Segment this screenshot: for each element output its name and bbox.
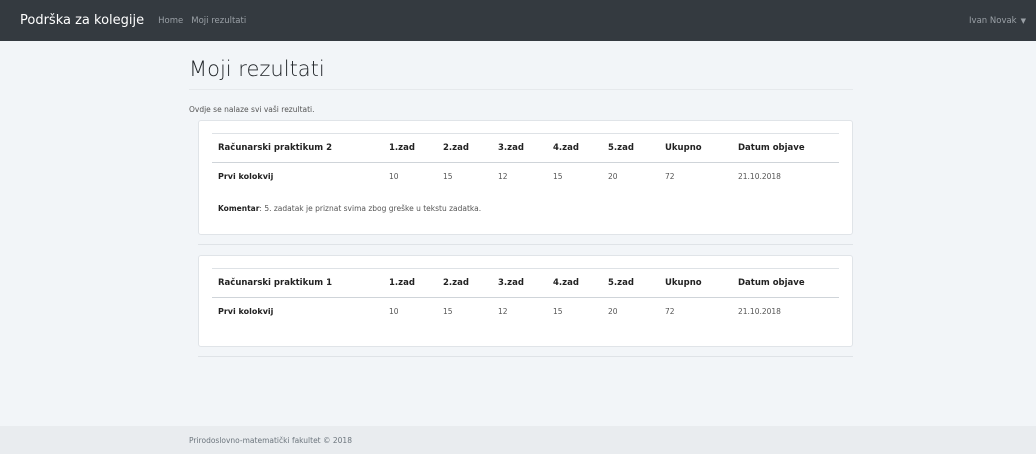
result-card-1: Računarski praktikum 2 1.zad 2.zad 3.zad… (198, 120, 853, 235)
column-task-3: 3.zad (492, 133, 547, 163)
score-task-1: 10 (389, 307, 399, 317)
column-task-3: 3.zad (492, 268, 547, 298)
column-task-4: 4.zad (547, 268, 602, 298)
column-total: Ukupno (659, 133, 732, 163)
score-total: 72 (665, 307, 675, 317)
comment-text: : 5. zadatak je priznat svima zbog grešk… (259, 203, 482, 213)
user-name: Ivan Novak (969, 15, 1017, 26)
footer-text: Prirodoslovno-matematički fakultet © 201… (189, 435, 352, 445)
column-task-5: 5.zad (602, 133, 659, 163)
title-divider (189, 89, 853, 90)
score-total: 72 (665, 172, 675, 182)
score-task-4: 15 (553, 307, 563, 317)
card-divider (198, 244, 853, 245)
page-title: Moji rezultati (189, 57, 325, 81)
column-task-4: 4.zad (547, 133, 602, 163)
column-task-5: 5.zad (602, 268, 659, 298)
publish-date: 21.10.2018 (738, 307, 781, 317)
column-total: Ukupno (659, 268, 732, 298)
result-table-1: Računarski praktikum 2 1.zad 2.zad 3.zad… (212, 133, 839, 191)
top-navbar: Podrška za kolegije Home Moji rezultati … (0, 0, 1036, 41)
exam-name: Prvi kolokvij (218, 307, 274, 317)
table-row: Prvi kolokvij 10 15 12 15 20 72 21.10.20… (212, 298, 839, 326)
nav-link-moji-rezultati[interactable]: Moji rezultati (191, 16, 246, 26)
score-task-4: 15 (553, 172, 563, 182)
score-task-1: 10 (389, 172, 399, 182)
comment-label: Komentar (218, 203, 260, 213)
column-date: Datum objave (732, 133, 839, 163)
score-task-2: 15 (443, 307, 453, 317)
column-course: Računarski praktikum 2 (212, 133, 383, 163)
column-course: Računarski praktikum 1 (212, 268, 383, 298)
table-row: Prvi kolokvij 10 15 12 15 20 72 21.10.20… (212, 163, 839, 191)
result-card-2: Računarski praktikum 1 1.zad 2.zad 3.zad… (198, 255, 853, 347)
page-footer: Prirodoslovno-matematički fakultet © 201… (0, 426, 1036, 454)
result-table-2: Računarski praktikum 1 1.zad 2.zad 3.zad… (212, 268, 839, 326)
navbar-brand[interactable]: Podrška za kolegije (20, 13, 144, 28)
intro-text: Ovdje se nalaze svi vaši rezultati. (189, 105, 315, 114)
user-menu-dropdown[interactable]: Ivan Novak ▼ (969, 16, 1026, 26)
column-task-2: 2.zad (437, 268, 492, 298)
nav-link-home[interactable]: Home (158, 16, 183, 26)
column-task-2: 2.zad (437, 133, 492, 163)
score-task-5: 20 (608, 307, 618, 317)
publish-date: 21.10.2018 (738, 172, 781, 182)
caret-down-icon: ▼ (1020, 16, 1026, 25)
score-task-3: 12 (498, 307, 508, 317)
table-header-row: Računarski praktikum 2 1.zad 2.zad 3.zad… (212, 133, 839, 163)
column-task-1: 1.zad (383, 133, 437, 163)
exam-name: Prvi kolokvij (218, 172, 274, 182)
column-task-1: 1.zad (383, 268, 437, 298)
card-divider (198, 356, 853, 357)
score-task-3: 12 (498, 172, 508, 182)
column-date: Datum objave (732, 268, 839, 298)
table-header-row: Računarski praktikum 1 1.zad 2.zad 3.zad… (212, 268, 839, 298)
result-comment: Komentar: 5. zadatak je priznat svima zb… (212, 204, 839, 213)
score-task-2: 15 (443, 172, 453, 182)
score-task-5: 20 (608, 172, 618, 182)
main-content: Moji rezultati Ovdje se nalaze svi vaši … (189, 41, 853, 114)
